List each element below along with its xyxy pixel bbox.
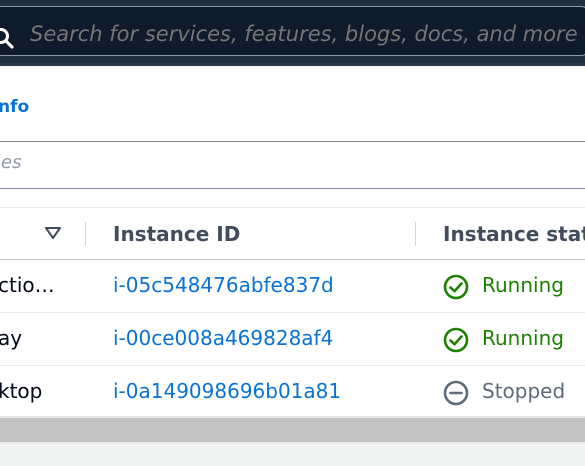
instance-name-cell: ay	[0, 326, 23, 350]
global-search-box[interactable]	[0, 6, 585, 56]
filter-instances-input[interactable]: es	[0, 141, 585, 189]
info-link[interactable]: nfo	[0, 97, 29, 117]
instance-id-link[interactable]: i-0a149098696b01a81	[113, 379, 341, 403]
column-resize-handle[interactable]	[85, 222, 86, 246]
panel-footer	[0, 442, 585, 466]
table-row: ktop i-0a149098696b01a81 Stopped	[0, 366, 585, 419]
instance-state-label: Running	[482, 326, 564, 350]
table-row: ay i-00ce008a469828af4 Running	[0, 313, 585, 366]
sort-descending-icon[interactable]	[44, 226, 62, 240]
filter-placeholder: es	[1, 152, 22, 173]
check-circle-icon	[443, 274, 469, 300]
top-navigation-bar	[0, 0, 585, 63]
instance-id-link[interactable]: i-05c548476abfe837d	[113, 273, 334, 297]
instance-id-link[interactable]: i-00ce008a469828af4	[113, 326, 333, 350]
column-resize-handle[interactable]	[415, 222, 416, 246]
column-header-instance-state[interactable]: Instance state	[443, 222, 585, 246]
instance-name-cell: ktop	[0, 379, 43, 403]
table-header-row: Instance ID Instance state	[0, 208, 585, 260]
check-circle-icon	[443, 327, 469, 353]
table-row: ctio… i-05c548476abfe837d Running	[0, 260, 585, 313]
instance-name-cell: ctio…	[0, 273, 55, 297]
instance-state-label: Stopped	[482, 379, 566, 403]
column-header-instance-id[interactable]: Instance ID	[113, 222, 240, 246]
instance-state-label: Running	[482, 273, 564, 297]
search-icon	[0, 28, 14, 49]
instances-panel: nfo es Instance ID Instance state ctio… …	[0, 66, 585, 466]
minus-circle-icon	[443, 380, 469, 406]
horizontal-scrollbar[interactable]	[0, 418, 585, 442]
search-input[interactable]	[30, 22, 585, 46]
